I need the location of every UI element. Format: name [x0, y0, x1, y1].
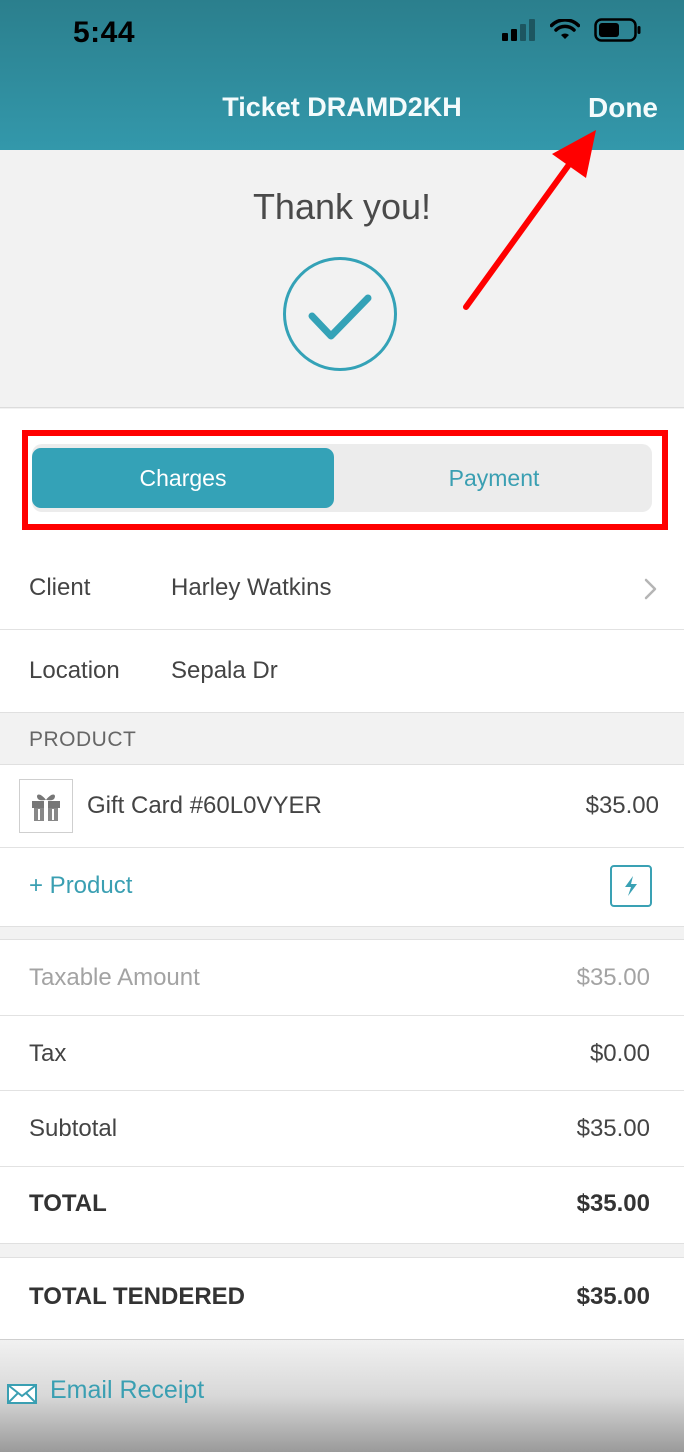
status-icons: [502, 18, 642, 42]
total-tendered-row: TOTAL TENDERED $35.00: [0, 1258, 684, 1339]
location-label: Location: [29, 657, 120, 684]
add-product-link[interactable]: + Product: [29, 872, 132, 900]
total-tendered-value: $35.00: [576, 1283, 650, 1310]
total-value: $35.00: [576, 1190, 650, 1217]
taxable-amount-label: Taxable Amount: [29, 964, 200, 991]
nav-header: 5:44 Ticket DRAMD2KH Done: [0, 0, 684, 150]
tax-value: $0.00: [589, 1040, 650, 1067]
tax-label: Tax: [29, 1040, 67, 1067]
total-label: TOTAL: [29, 1190, 107, 1217]
status-time: 5:44: [73, 16, 136, 49]
client-name: Harley Watkins: [171, 574, 332, 601]
location-row: Location Sepala Dr: [0, 630, 684, 712]
product-section-header: PRODUCT: [0, 712, 684, 765]
checkmark-icon: [283, 257, 397, 371]
charges-payment-segmented-control: Charges Payment: [32, 444, 652, 512]
signal-icon: [502, 19, 535, 41]
section-divider: [0, 926, 684, 940]
line-item[interactable]: Gift Card #60L0VYER $35.00: [0, 765, 684, 848]
email-receipt-label: Email Receipt: [50, 1376, 205, 1404]
taxable-amount-value: $35.00: [576, 964, 650, 991]
product-section-title: PRODUCT: [29, 728, 137, 751]
total-row: TOTAL $35.00: [0, 1167, 684, 1243]
lightning-icon[interactable]: [610, 865, 652, 907]
client-label: Client: [29, 574, 91, 601]
nav-title: Ticket DRAMD2KH: [222, 92, 462, 122]
tax-row: Tax $0.00: [0, 1016, 684, 1091]
receipt-footer: Email Receipt: [0, 1339, 684, 1452]
subtotal-label: Subtotal: [29, 1115, 118, 1142]
email-receipt-button[interactable]: Email Receipt: [0, 1354, 684, 1434]
envelope-icon: [7, 1384, 37, 1404]
thank-you-message: Thank you!: [252, 186, 432, 227]
battery-icon: [594, 18, 641, 42]
subtotal-value: $35.00: [576, 1115, 650, 1142]
tab-charges[interactable]: Charges: [32, 448, 334, 508]
location-value: Sepala Dr: [171, 657, 278, 684]
gift-icon: [19, 779, 73, 833]
confirmation-area: Thank you!: [0, 150, 684, 408]
line-item-amount: $35.00: [585, 792, 659, 819]
chevron-right-icon: [644, 578, 657, 600]
section-divider: [0, 1243, 684, 1258]
done-button[interactable]: Done: [588, 92, 658, 124]
tab-payment[interactable]: Payment: [338, 448, 650, 508]
add-product-row: + Product: [0, 848, 684, 926]
taxable-amount-row: Taxable Amount $35.00: [0, 940, 684, 1016]
total-tendered-label: TOTAL TENDERED: [29, 1283, 246, 1310]
client-row[interactable]: Client Harley Watkins: [0, 548, 684, 630]
wifi-icon: [550, 19, 580, 39]
subtotal-row: Subtotal $35.00: [0, 1091, 684, 1167]
line-item-name: Gift Card #60L0VYER: [87, 792, 322, 819]
